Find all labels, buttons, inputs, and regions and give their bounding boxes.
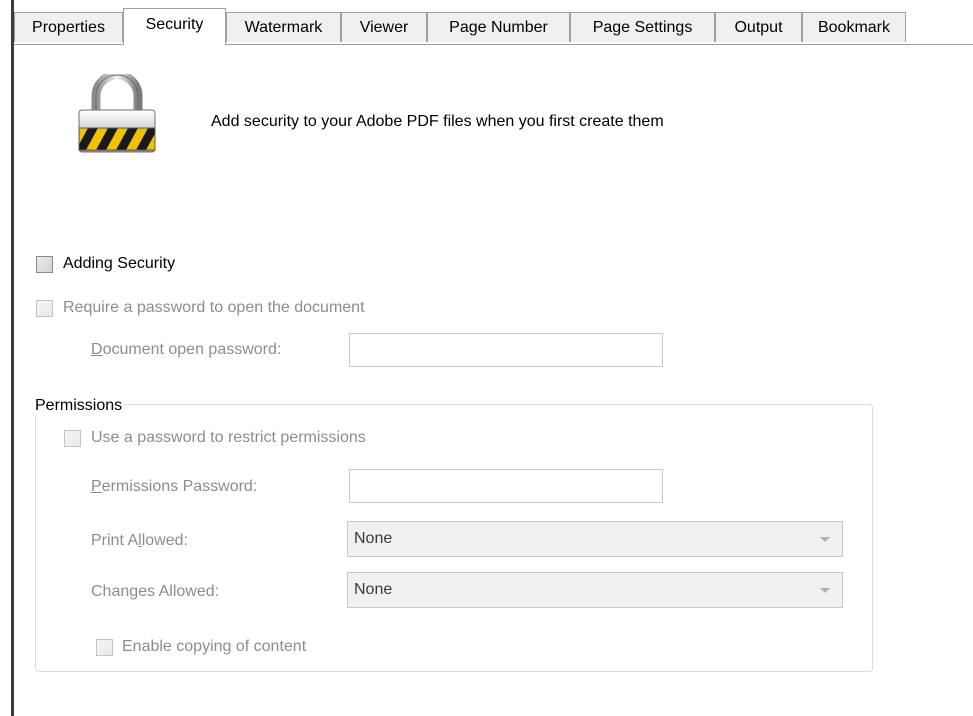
tab-watermark[interactable]: Watermark (226, 12, 341, 42)
permissions-password-input[interactable] (349, 469, 663, 503)
print-allowed-label: Print Allowed: (91, 532, 188, 550)
chevron-down-icon[interactable] (820, 537, 830, 542)
permissions-password-label: Permissions Password: (91, 478, 257, 496)
document-open-password-label: Document open password: (91, 341, 281, 359)
changes-allowed-select[interactable]: None (347, 572, 843, 608)
adding-security-label[interactable]: Adding Security (63, 255, 175, 273)
enable-copying-label[interactable]: Enable copying of content (122, 638, 306, 656)
accelerator-char: D (91, 341, 103, 358)
label-text: ermissions Password: (101, 478, 258, 495)
tab-bookmark[interactable]: Bookmark (802, 12, 906, 42)
tab-viewer[interactable]: Viewer (341, 12, 427, 42)
print-allowed-select[interactable]: None (347, 521, 843, 557)
use-password-checkbox[interactable] (64, 430, 81, 447)
permissions-group-title: Permissions (33, 397, 125, 415)
enable-copying-checkbox[interactable] (96, 639, 113, 656)
security-description: Add security to your Adobe PDF files whe… (211, 113, 664, 130)
changes-allowed-value: None (354, 581, 393, 598)
tab-page-number[interactable]: Page Number (427, 12, 570, 42)
changes-allowed-label: Changes Allowed: (91, 583, 219, 601)
tab-strip: Properties Security Watermark Viewer Pag… (14, 8, 973, 45)
accelerator-char: g (129, 583, 139, 600)
label-text: Print A (91, 532, 139, 549)
tab-output[interactable]: Output (715, 12, 802, 42)
label-text: es Allowed: (138, 583, 220, 600)
lock-icon (76, 70, 158, 156)
require-password-checkbox[interactable] (36, 300, 53, 317)
tab-security[interactable]: Security (123, 8, 226, 45)
label-text: Chan (91, 583, 130, 600)
tab-page-settings[interactable]: Page Settings (570, 12, 715, 42)
document-open-password-input[interactable] (349, 333, 663, 367)
accelerator-char: P (91, 478, 102, 495)
use-password-label[interactable]: Use a password to restrict permissions (91, 429, 366, 447)
print-allowed-value: None (354, 530, 393, 547)
adding-security-checkbox[interactable] (36, 256, 53, 273)
chevron-down-icon[interactable] (820, 588, 830, 593)
require-password-label[interactable]: Require a password to open the document (63, 299, 365, 317)
window-left-border (11, 0, 14, 716)
label-text: lowed: (141, 532, 188, 549)
label-text: ocument open password: (102, 341, 282, 358)
tab-properties[interactable]: Properties (14, 12, 123, 42)
